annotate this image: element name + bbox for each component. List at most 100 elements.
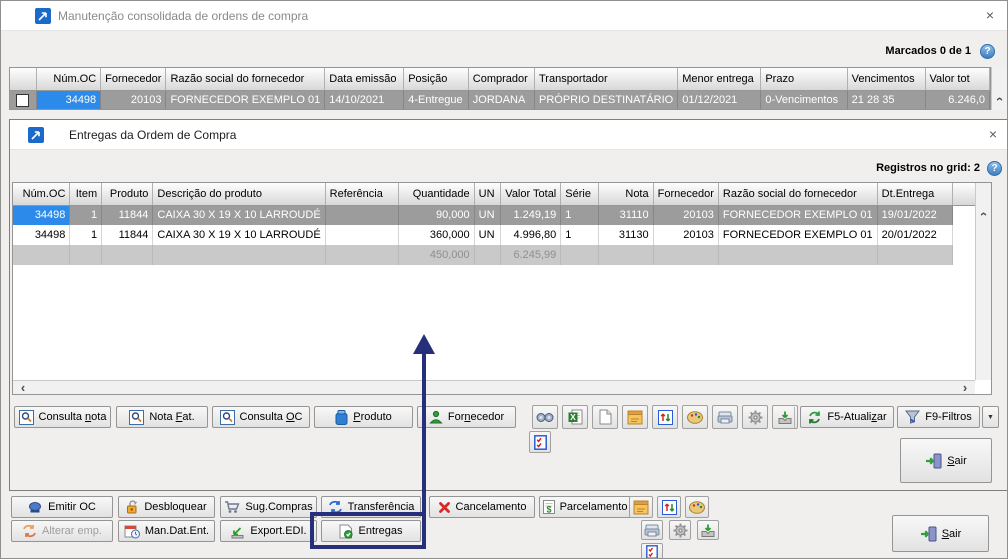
cell[interactable]: 0-Vencimentos [760, 90, 848, 109]
palette-icon-button[interactable] [682, 405, 708, 429]
updown-icon-button[interactable] [652, 405, 678, 429]
cell[interactable]: 19/01/2022 [877, 205, 954, 225]
cell[interactable]: 1 [69, 225, 103, 245]
fornecedor-button[interactable]: Fornecedor [417, 406, 516, 428]
col-header[interactable]: Núm.OC [13, 183, 71, 206]
cell[interactable]: 14/10/2021 [324, 90, 405, 109]
cell[interactable]: CAIXA 30 X 19 X 10 LARROUDÉ [152, 205, 326, 225]
updown-icon-button[interactable] [657, 496, 681, 518]
col-header[interactable]: Quantidade [398, 183, 475, 206]
bg-sair-button[interactable]: Sair [892, 515, 989, 552]
col-header[interactable]: UN [474, 183, 502, 206]
new-page-icon-button[interactable] [592, 405, 618, 429]
col-header[interactable]: Prazo [760, 68, 848, 91]
fg-grid-vscrollbar[interactable]: ‹ [975, 183, 991, 380]
printer-icon-button[interactable] [712, 405, 738, 429]
col-header[interactable]: Produto [101, 183, 154, 206]
cell[interactable]: 31130 [598, 225, 654, 245]
col-header[interactable]: Menor entrega [677, 68, 762, 91]
col-header[interactable]: Valor tot [925, 68, 990, 91]
col-header[interactable]: Referência [325, 183, 399, 206]
col-header[interactable]: Série [560, 183, 599, 206]
sug-compras-button[interactable]: Sug.Compras [220, 496, 317, 518]
fg-sair-button[interactable]: Sair [900, 438, 992, 483]
cell[interactable] [325, 205, 399, 225]
cell[interactable]: 20103 [653, 205, 719, 225]
fg-data-row[interactable]: 34498 1 11844 CAIXA 30 X 19 X 10 LARROUD… [13, 205, 991, 225]
cell[interactable]: 4-Entregue [403, 90, 469, 109]
calendar-hand-icon-button[interactable] [622, 405, 648, 429]
fg-help-icon[interactable]: ? [987, 161, 1002, 176]
cell[interactable]: 11844 [101, 205, 154, 225]
col-header[interactable]: Dt.Entrega [877, 183, 954, 206]
cell[interactable]: FORNECEDOR EXEMPLO 01 [718, 225, 878, 245]
col-header[interactable]: Razão social do fornecedor [165, 68, 326, 91]
palette-icon-button[interactable] [685, 496, 709, 518]
cell[interactable]: 20/01/2022 [877, 225, 954, 245]
checklist-icon-button[interactable] [641, 543, 663, 558]
produto-button[interactable]: Produto [314, 406, 413, 428]
col-header[interactable]: Posição [403, 68, 469, 91]
cell[interactable]: 31110 [598, 205, 654, 225]
printer-icon-button[interactable] [641, 520, 663, 540]
fg-data-row[interactable]: 34498 1 11844 CAIXA 30 X 19 X 10 LARROUD… [13, 225, 991, 245]
cell[interactable]: 1 [69, 205, 103, 225]
scroll-up-icon[interactable]: ‹ [993, 92, 1007, 106]
bg-data-row[interactable]: 34498 20103 FORNECEDOR EXEMPLO 01 14/10/… [10, 90, 990, 109]
scroll-up-icon[interactable]: ‹ [977, 207, 991, 221]
cell[interactable]: 360,000 [398, 225, 475, 245]
cell[interactable]: 20103 [653, 225, 719, 245]
col-header[interactable]: Valor Total [500, 183, 562, 206]
col-header[interactable]: Item [69, 183, 103, 206]
cell[interactable]: 34498 [13, 205, 71, 225]
checklist-icon-button[interactable] [529, 431, 551, 453]
cell[interactable]: PRÓPRIO DESTINATÁRIO [534, 90, 679, 109]
cell[interactable]: 1 [560, 225, 599, 245]
f9-filtros-button[interactable]: F9-Filtros [897, 406, 980, 428]
col-header[interactable]: Transportador [534, 68, 679, 91]
gear-icon-button[interactable] [742, 405, 768, 429]
cell[interactable]: 21 28 35 [847, 90, 926, 109]
bg-grid-vscrollbar[interactable]: ‹ [991, 67, 1007, 110]
cell[interactable]: 1.249,19 [500, 205, 562, 225]
col-header[interactable]: Nota [598, 183, 654, 206]
calendar-hand-icon-button[interactable] [629, 496, 653, 518]
fg-grid-hscrollbar[interactable]: ‹ › [13, 380, 975, 394]
cell[interactable]: 6.246,0 [925, 90, 990, 109]
man-dat-ent-button[interactable]: Man.Dat.Ent. [118, 520, 215, 542]
excel-export-icon-button[interactable]: X [562, 405, 588, 429]
cell[interactable]: 11844 [101, 225, 154, 245]
cell[interactable]: 34498 [36, 90, 102, 109]
col-header[interactable]: Descrição do produto [152, 183, 326, 206]
cell[interactable]: FORNECEDOR EXEMPLO 01 [718, 205, 878, 225]
desbloquear-button[interactable]: Desbloquear [118, 496, 215, 518]
cell[interactable]: UN [474, 205, 502, 225]
col-header[interactable]: Razão social do fornecedor [718, 183, 878, 206]
col-header[interactable]: Fornecedor [653, 183, 719, 206]
transferencia-button[interactable]: Transferência [321, 496, 421, 518]
f5-atualizar-button[interactable]: F5-Atualizar [800, 406, 894, 428]
gear-icon-button[interactable] [669, 520, 691, 540]
cell[interactable]: 4.996,80 [500, 225, 562, 245]
cell[interactable]: 34498 [13, 225, 71, 245]
cell[interactable]: JORDANA [468, 90, 535, 109]
filtros-dropdown-button[interactable]: ▼ [982, 406, 999, 428]
bg-help-icon[interactable]: ? [980, 44, 995, 59]
scroll-right-icon[interactable]: › [958, 381, 972, 394]
cell[interactable]: CAIXA 30 X 19 X 10 LARROUDÉ [152, 225, 326, 245]
col-header[interactable]: Data emissão [324, 68, 405, 91]
col-header[interactable]: Comprador [468, 68, 535, 91]
parcelamento-button[interactable]: $ Parcelamento [539, 496, 631, 518]
binoculars-icon-button[interactable] [532, 405, 558, 429]
cancelamento-button[interactable]: Cancelamento [429, 496, 535, 518]
col-header-check[interactable] [10, 68, 37, 91]
emitir-oc-button[interactable]: Emitir OC [11, 496, 113, 518]
import-icon-button[interactable] [697, 520, 719, 540]
cell[interactable] [325, 225, 399, 245]
col-header[interactable]: Vencimentos [847, 68, 926, 91]
col-header[interactable]: Fornecedor [100, 68, 167, 91]
bg-close-icon[interactable]: × [981, 7, 999, 25]
row-checkbox[interactable] [16, 93, 30, 107]
consulta-nota-button[interactable]: Consulta nota [14, 406, 111, 428]
col-header[interactable]: Núm.OC [36, 68, 102, 91]
